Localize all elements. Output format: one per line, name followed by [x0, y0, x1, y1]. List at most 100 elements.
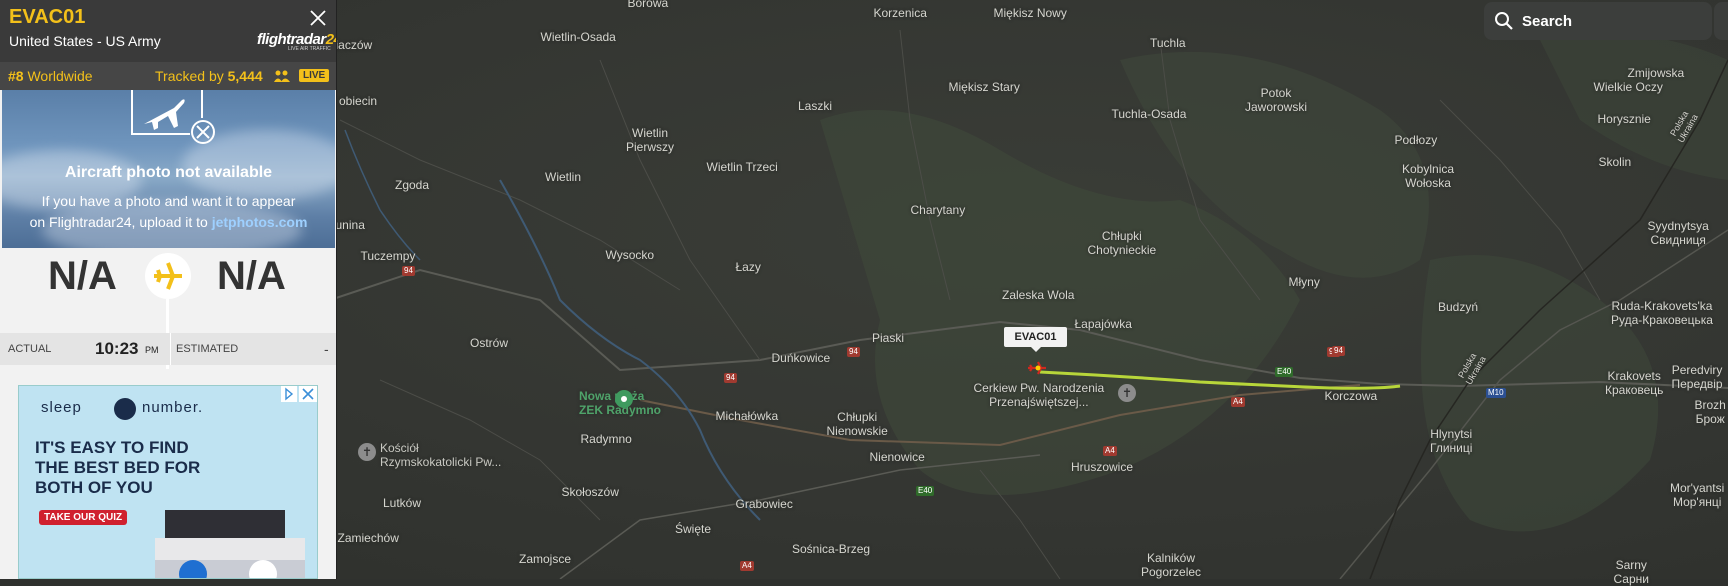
origin-code[interactable]: N/A	[48, 254, 117, 299]
ad-brand-b: number.	[142, 399, 204, 416]
map-place-label: Tuchla	[1150, 36, 1186, 50]
map-place-label: Podłozy	[1394, 133, 1438, 147]
map-place-label: Korzenica	[873, 6, 927, 20]
map-place-label: Tuczempy	[360, 249, 416, 263]
close-icon[interactable]	[308, 8, 328, 28]
ad-info-icon[interactable]	[281, 386, 297, 402]
map-place-label: Chłupki Nienowskie	[826, 410, 888, 438]
map-place-label: Tuchla-Osada	[1111, 107, 1187, 121]
map-place-label: Sarny Сарни	[1613, 558, 1649, 586]
church-pin-icon[interactable]: ✝	[358, 443, 376, 461]
aircraft-photo-placeholder: Aircraft photo not available If you have…	[2, 90, 335, 248]
road-shield: 94	[724, 373, 737, 383]
poi-pin-icon[interactable]	[615, 390, 633, 408]
ad-brand-a: sleep	[41, 399, 82, 416]
map-place-label: Zamojsce	[519, 552, 572, 566]
map-place-label: Święte	[675, 522, 712, 536]
map-place-label: Piaski	[872, 331, 905, 345]
road-shield: E40	[916, 486, 935, 496]
map-place-label: unina	[335, 218, 365, 232]
actual-label: ACTUAL	[8, 343, 52, 355]
map-place-label: Zgoda	[395, 178, 430, 192]
worldwide-rank: #8 Worldwide	[8, 68, 93, 84]
map-place-label: Miękisz Stary	[948, 80, 1020, 94]
stats-bar: #8 Worldwide Tracked by 5,444 LIVE	[0, 62, 336, 90]
map-place-label: Korczowa	[1324, 389, 1378, 403]
search-label: Search	[1522, 12, 1573, 30]
map-place-label: Ostrów	[470, 336, 509, 350]
times-divider	[170, 333, 171, 365]
map-place-label: Wietlin	[545, 170, 582, 184]
ad-headline-2: THE BEST BED FOR	[35, 458, 201, 477]
map-place-label: Lutków	[383, 496, 422, 510]
ad-logo-icon	[114, 398, 136, 420]
map-place-label: Nienowice	[869, 450, 925, 464]
destination-code[interactable]: N/A	[217, 254, 286, 299]
map-place-label: Syydnytsya Свидниця	[1647, 219, 1709, 247]
map-place-label: obiecin	[339, 94, 378, 108]
road-shield: A4	[740, 561, 754, 571]
route-section: N/A N/A	[0, 248, 336, 369]
road-shield: M10	[1486, 388, 1506, 398]
advertisement[interactable]: sleep number. IT'S EASY TO FIND THE BEST…	[18, 385, 318, 579]
photo-hint-line1: If you have a photo and want it to appea…	[41, 193, 296, 209]
map-place-label: Wietlin-Osada	[540, 30, 616, 44]
map-place-label: Hlynytsi Глиниці	[1430, 427, 1473, 455]
panel-header: EVAC01 United States - US Army flightrad…	[0, 0, 336, 62]
actual-ampm: PM	[145, 345, 159, 355]
ad-quiz-button[interactable]: TAKE OUR QUIZ	[39, 510, 128, 525]
road-shield: 94	[847, 347, 860, 357]
road-shield: A4	[1103, 446, 1117, 456]
search-icon	[1495, 12, 1513, 30]
map-place-label: Wietlin Trzeci	[706, 160, 778, 174]
map-place-label: Budzyń	[1438, 300, 1479, 314]
search-button[interactable]: Search	[1484, 2, 1712, 40]
flight-callsign: EVAC01	[9, 6, 86, 28]
map-place-label: Brozh Брож	[1694, 398, 1726, 426]
no-photo-icon	[131, 90, 215, 144]
ad-headline-3: BOTH OF YOU	[35, 478, 153, 497]
map-place-label: Zamiechów	[337, 531, 399, 545]
road-shield: E40	[1275, 367, 1294, 377]
estimated-label: ESTIMATED	[176, 343, 239, 355]
map-place-label: Ruda-Krakovets'ka Руда-Краковецька	[1611, 299, 1713, 327]
map-place-label: Wielkie Oczy	[1593, 80, 1663, 94]
estimated-value: -	[324, 341, 329, 357]
map-place-label: Grabowiec	[735, 497, 793, 511]
jetphotos-link[interactable]: jetphotos.com	[212, 214, 308, 230]
map-place-label: Wysocko	[605, 248, 655, 262]
photo-unavailable-title: Aircraft photo not available	[64, 164, 273, 181]
plane-icon	[154, 262, 182, 290]
map-place-label: Miękisz Nowy	[993, 6, 1067, 20]
map-place-label: Mor'yantsi Мор'янці	[1670, 481, 1725, 509]
map-place-label: Horysznie	[1597, 112, 1651, 126]
live-badge: LIVE	[299, 69, 330, 82]
map-place-label: Radymno	[580, 432, 632, 446]
map-control-edge[interactable]	[1714, 2, 1728, 40]
ad-close-icon[interactable]	[299, 386, 317, 402]
map-place-label: Sośnica-Brzeg	[792, 542, 871, 556]
flight-operator: United States - US Army	[9, 33, 161, 49]
map-place-label: Zmijowska	[1627, 66, 1685, 80]
map-place-label: Duńkowice	[771, 351, 831, 365]
ad-headline-1: IT'S EASY TO FIND	[35, 438, 189, 457]
map-place-label: Łazy	[735, 260, 761, 274]
map-place-label: Młyny	[1288, 275, 1320, 289]
actual-time: 10:23	[95, 339, 139, 358]
map-place-label: Kościół Rzymskokatolicki Pw...	[380, 441, 502, 469]
map-place-label: Chłupki Chotynieckie	[1087, 229, 1157, 257]
map-place-label: Zaleska Wola	[1002, 288, 1075, 302]
road-shield: 94	[402, 266, 415, 276]
route-plane-badge	[145, 253, 191, 299]
map-place-label: Wietlin Pierwszy	[626, 126, 675, 154]
map-place-label: Cerkiew Pw. Narodzenia Przenajświętszej.…	[973, 381, 1105, 409]
times-bar: ACTUAL 10:23 PM ESTIMATED -	[0, 333, 336, 365]
church-pin-icon[interactable]: ✝	[1118, 384, 1136, 402]
map-place-label: Skołoszów	[561, 485, 619, 499]
map-place-label: Hruszowice	[1071, 460, 1134, 474]
map-place-label: iaczów	[335, 38, 373, 52]
map-place-label: Kalników Pogorzelec	[1141, 551, 1202, 579]
flight-info-panel: EVAC01 United States - US Army flightrad…	[0, 0, 337, 579]
flight-map-label[interactable]: EVAC01	[1004, 327, 1067, 352]
photo-hint-line2: on Flightradar24, upload it to jetphotos…	[29, 214, 308, 230]
